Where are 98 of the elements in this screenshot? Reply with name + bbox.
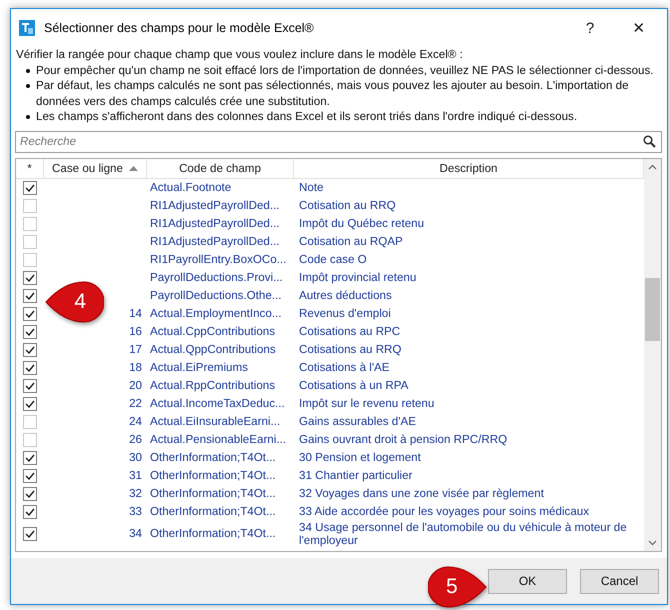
column-header[interactable]: *: [16, 158, 44, 178]
row-checkbox[interactable]: [23, 324, 37, 338]
row-checkbox[interactable]: [23, 526, 37, 540]
step-callout: 4: [44, 280, 104, 324]
description-cell-text: Cotisations à l'AE: [298, 361, 390, 374]
description-cell-text: Autres déductions: [298, 289, 393, 302]
scroll-thumb[interactable]: [645, 278, 660, 340]
box-cell-text: 33: [128, 505, 143, 518]
scrollbar[interactable]: [644, 158, 661, 550]
field-code-cell-text: Actual.EiPremiums: [149, 361, 249, 374]
column-header[interactable]: Case ou ligne: [44, 158, 147, 178]
instruction-text: Les champs s'afficheront dans des colonnes dans Excel et ils seront triés dans l'ordre indiqué ci-dessous.: [36, 109, 578, 124]
scroll-down-icon[interactable]: [648, 540, 657, 546]
description-cell-text: Cotisations au RPC: [298, 325, 402, 338]
description-cell-text: Impôt provincial retenu: [298, 271, 418, 284]
intro-text: Vérifier la rangée pour chaque champ que vous voulez inclure dans le modèle Excel® :: [16, 47, 464, 62]
search-icon[interactable]: [643, 134, 656, 148]
field-code-cell-text: Actual.EiInsurableEarni...: [149, 415, 282, 428]
field-code-cell-text: PayrollDeductions.Othe...: [149, 289, 282, 302]
app-icon: [19, 20, 35, 36]
description-cell-text: Gains assurables d'AE: [298, 415, 417, 428]
ok-button[interactable]: OK: [488, 568, 567, 594]
field-code-cell-text: RI1AdjustedPayrollDed...: [149, 199, 281, 212]
description-cell-text: 32 Voyages dans une zone visée par règlement: [298, 487, 545, 500]
field-code-cell-text: Actual.PensionableEarni...: [149, 433, 287, 446]
box-cell-text: 20: [128, 379, 143, 392]
scroll-up-icon[interactable]: [648, 164, 657, 170]
cancel-button[interactable]: Cancel: [580, 568, 659, 594]
description-cell-text: Note: [298, 181, 324, 194]
box-cell-text: 34: [128, 527, 143, 540]
field-code-cell-text: Actual.Footnote: [149, 181, 232, 194]
row-checkbox[interactable]: [23, 306, 37, 320]
search-field[interactable]: Recherche: [15, 130, 662, 152]
row-checkbox[interactable]: [23, 288, 37, 302]
column-header[interactable]: Code de champ: [147, 158, 294, 178]
field-code-cell-text: OtherInformation;T4Ot...: [149, 505, 277, 518]
row-checkbox[interactable]: [23, 234, 37, 248]
box-cell-text: 26: [128, 433, 143, 446]
help-button[interactable]: ?: [570, 20, 610, 36]
row-checkbox[interactable]: [23, 198, 37, 212]
window-title: Sélectionner des champs pour le modèle Excel®: [44, 21, 315, 35]
row-checkbox[interactable]: [23, 486, 37, 500]
description-cell-text: Impôt sur le revenu retenu: [298, 397, 436, 410]
box-cell-text: 18: [128, 361, 143, 374]
field-code-cell-text: OtherInformation;T4Ot...: [149, 487, 277, 500]
bullet-dot: [26, 84, 30, 88]
description-cell-text: 34 Usage personnel de l'automobile ou du véhicule à moteur de l'employeur: [298, 520, 628, 546]
row-checkbox[interactable]: [23, 504, 37, 518]
field-code-cell-text: Actual.IncomeTaxDeduc...: [149, 397, 286, 410]
field-code-cell-text: OtherInformation;T4Ot...: [149, 469, 277, 482]
description-cell-text: 33 Aide accordée pour les voyages pour soins médicaux: [298, 505, 590, 518]
field-code-cell-text: RI1AdjustedPayrollDed...: [149, 217, 281, 230]
field-code-cell-text: PayrollDeductions.Provi...: [149, 271, 284, 284]
box-cell-text: 24: [128, 415, 143, 428]
instruction-text: Par défaut, les champs calculés ne sont pas sélectionnés, mais vous pouvez les ajouter au besoin. L'importation de données vers des champs calculés crée une substitution.: [36, 78, 630, 109]
step-callout: 5: [428, 565, 488, 609]
field-code-cell-text: Actual.CppContributions: [149, 325, 276, 338]
bullet-dot: [26, 68, 30, 72]
row-checkbox[interactable]: [23, 216, 37, 230]
row-checkbox[interactable]: [23, 468, 37, 482]
field-code-cell-text: Actual.EmploymentInco...: [149, 307, 282, 320]
field-code-cell-text: Actual.QppContributions: [149, 343, 277, 356]
row-checkbox[interactable]: [23, 270, 37, 284]
row-checkbox[interactable]: [23, 414, 37, 428]
description-cell-text: Cotisation au RRQ: [298, 199, 397, 212]
row-checkbox[interactable]: [23, 378, 37, 392]
field-code-cell-text: RI1PayrollEntry.BoxOCo...: [149, 253, 288, 266]
description-cell-text: 31 Chantier particulier: [298, 469, 414, 482]
field-code-cell-text: RI1AdjustedPayrollDed...: [149, 235, 281, 248]
field-code-cell-text: OtherInformation;T4Ot...: [149, 527, 277, 540]
box-cell-text: 17: [128, 343, 143, 356]
description-cell-text: Gains ouvrant droit à pension RPC/RRQ: [298, 433, 508, 446]
description-cell-text: 30 Pension et logement: [298, 451, 422, 464]
row-checkbox[interactable]: [23, 432, 37, 446]
description-cell-text: Cotisations à un RPA: [298, 379, 410, 392]
instruction-text: Pour empêcher qu'un champ ne soit effacé lors de l'importation de données, veuillez NE PAS le sélectionner ci-dessous.: [36, 62, 654, 78]
box-cell-text: 14: [128, 307, 143, 320]
description-cell-text: Revenus d'emploi: [298, 307, 392, 320]
box-cell-text: 22: [128, 397, 143, 410]
row-checkbox[interactable]: [23, 252, 37, 266]
row-checkbox[interactable]: [23, 360, 37, 374]
sort-icon: [128, 166, 138, 170]
row-checkbox[interactable]: [23, 396, 37, 410]
description-cell-text: Cotisations au RRQ: [298, 343, 402, 356]
box-cell-text: 31: [128, 469, 143, 482]
close-button[interactable]: ✕: [619, 19, 659, 37]
box-cell-text: 30: [128, 451, 143, 464]
description-cell-text: Impôt du Québec retenu: [298, 217, 426, 230]
row-checkbox[interactable]: [23, 342, 37, 356]
description-cell-text: Code case O: [298, 253, 368, 266]
row-checkbox[interactable]: [23, 450, 37, 464]
box-cell-text: 16: [128, 325, 143, 338]
box-cell-text: 32: [128, 487, 143, 500]
field-code-cell-text: OtherInformation;T4Ot...: [149, 451, 277, 464]
row-checkbox[interactable]: [23, 180, 37, 194]
description-cell-text: Cotisation au RQAP: [298, 235, 404, 248]
field-code-cell-text: Actual.RppContributions: [149, 379, 276, 392]
bullet-dot: [26, 115, 30, 119]
